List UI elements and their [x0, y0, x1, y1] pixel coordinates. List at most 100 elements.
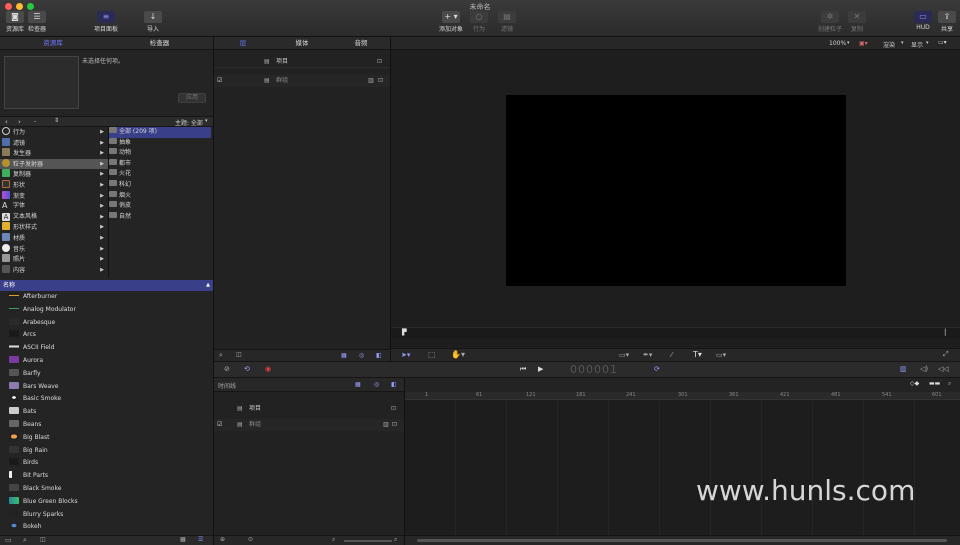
paint-stroke-icon[interactable]: ⁄ [671, 351, 672, 359]
subcategory-item[interactable]: 火花 [109, 169, 211, 180]
layer-row-group[interactable]: ☑ ▤ 群组 ▥ ⊡ [214, 75, 390, 87]
category-item[interactable]: 发生器 ▶ [0, 148, 108, 159]
subcategory-item[interactable]: 烟火 [109, 190, 211, 202]
list-item[interactable]: Afterburner [0, 291, 213, 304]
play-icon[interactable]: ▶ [538, 365, 543, 373]
list-item[interactable]: Bokeh [0, 521, 213, 534]
view-popup[interactable]: 显示 [911, 40, 923, 49]
behaviors-button[interactable]: ○ 行为 [468, 11, 490, 33]
tab-layers[interactable]: 层 [214, 37, 272, 50]
record-options-icon[interactable]: ⊙ [248, 536, 253, 543]
subcategory-item[interactable]: 抽象 [109, 137, 211, 149]
snapping-icon[interactable]: ▬▬ [929, 380, 940, 387]
keyframe-editor-icon[interactable]: ◁◁ [938, 365, 949, 373]
horizontal-scrollbar-thumb[interactable] [417, 539, 947, 542]
path-popup-icon[interactable]: ⇕ [54, 117, 59, 124]
tab-media[interactable]: 媒体 [272, 37, 332, 50]
library-button[interactable]: ◙ 资源库 [4, 11, 26, 33]
preview-icon[interactable]: ◫ [40, 536, 46, 543]
pen-tool-icon[interactable]: ✒▾ [643, 351, 652, 359]
list-item[interactable]: Blue Green Blocks [0, 496, 213, 509]
timeline-row-group[interactable]: ☑ ▤ 群组 ▥ ⊡ [214, 419, 404, 431]
loop-icon[interactable]: ⟲ [244, 365, 250, 374]
inspector-button[interactable]: ☰ 检查器 [26, 11, 48, 33]
playhead-start-icon[interactable]: ▛ [402, 329, 407, 336]
lock-icon[interactable]: ⊡ [392, 419, 397, 431]
list-item[interactable]: Aurora [0, 355, 213, 368]
category-item-selected[interactable]: 粒子发射器 ▶ [0, 158, 108, 170]
category-item[interactable]: 滤镜 ▶ [0, 137, 108, 149]
audio-timeline-icon[interactable]: ◁) [920, 365, 928, 373]
forward-icon[interactable]: › [18, 118, 21, 126]
make-particles-button[interactable]: ✲ 创建粒子 [816, 11, 844, 33]
canvas-viewport[interactable] [506, 95, 846, 286]
add-object-button[interactable]: + ▾ 添加对象 [438, 11, 464, 33]
record-icon[interactable]: ◉ [265, 365, 271, 373]
share-button[interactable]: ⇪ 共享 [936, 11, 958, 33]
import-button[interactable]: ↓ 导入 [142, 11, 164, 33]
category-item[interactable]: 内容 ▶ [0, 264, 108, 276]
add-icon[interactable]: ⊕ [220, 536, 225, 543]
lock-icon[interactable]: ⊡ [378, 75, 383, 87]
zoom-out-icon[interactable]: ⌕ [332, 536, 335, 544]
layer-row-project[interactable]: ▤ 项目 ⊡ [214, 56, 390, 68]
search-icon[interactable]: ⌕ [219, 351, 223, 360]
tab-audio[interactable]: 音频 [332, 37, 390, 50]
subcategory-item[interactable]: 俏皮 [109, 201, 211, 212]
timeline-tracks[interactable]: ◇◆ ▬▬ ⌕ 1 61 121 181 241 301 361 421 481… [405, 378, 960, 545]
list-item[interactable]: Beans [0, 419, 213, 432]
list-item[interactable]: Bit Parts [0, 470, 213, 483]
subcategory-item[interactable]: 自然 [109, 211, 211, 223]
category-item[interactable]: A 文本风格 ▶ [0, 212, 108, 223]
render-popup[interactable]: 渲染 [883, 40, 895, 49]
zoom-icon[interactable]: ⌕ [948, 380, 951, 388]
mute-icon[interactable]: ⊘ [224, 365, 230, 373]
zoom-in-icon[interactable]: ⌕ [394, 536, 397, 544]
list-item[interactable]: Analog Modulator [0, 304, 213, 317]
behavior-toggle-icon[interactable]: ◎ [374, 380, 379, 389]
search-icon[interactable]: ⌕ [23, 536, 27, 545]
mask-toggle-icon[interactable]: ◧ [376, 351, 382, 360]
tab-inspector[interactable]: 检查器 [106, 37, 213, 50]
category-item[interactable]: 行为 ▶ [0, 127, 108, 138]
timecode-mode-icon[interactable]: ⟳ [654, 365, 660, 374]
list-item[interactable]: Arabesque [0, 317, 213, 330]
category-item[interactable]: 照片 ▶ [0, 254, 108, 265]
pan-hand-icon[interactable]: ✋▾ [451, 350, 465, 359]
folder-icon[interactable]: ▭ [5, 536, 12, 544]
list-item[interactable]: ASCII Field [0, 342, 213, 355]
playhead-end-icon[interactable]: | [944, 328, 946, 336]
timeline-row-project[interactable]: ▤ 项目 ⊡ [214, 403, 404, 415]
zoom-slider[interactable] [344, 540, 392, 542]
time-ruler[interactable]: 1 61 121 181 241 301 361 421 481 541 601 [405, 392, 960, 400]
subcategory-item-selected[interactable]: 全部 (209 项) [109, 127, 211, 138]
checkbox-icon[interactable]: ☑ [217, 419, 222, 431]
shape-tool-icon[interactable]: ▭▾ [619, 351, 629, 359]
filter-toggle-icon[interactable]: ▦ [355, 380, 361, 389]
name-column-header[interactable]: 名称 ▲ [0, 280, 213, 291]
apply-button[interactable]: 应用 [178, 93, 206, 103]
category-item[interactable]: 渐变 ▶ [0, 190, 108, 202]
timeline-toggle-icon[interactable]: ▥ [900, 365, 907, 374]
mini-timeline[interactable]: ▛ | [391, 327, 960, 339]
list-item[interactable]: Black Smoke [0, 483, 213, 496]
mask-icon[interactable]: ▥ [383, 419, 389, 431]
keyframe-nav-icon[interactable]: ◇◆ [910, 380, 919, 387]
subcategory-item[interactable]: 科幻 [109, 180, 211, 191]
subcategory-item[interactable]: 动物 [109, 148, 211, 159]
list-item[interactable]: Blurry Sparks [0, 509, 213, 522]
project-panel-button[interactable]: ≡ 项目面板 [91, 11, 121, 33]
mask-tool-icon[interactable]: ▭▾ [716, 351, 726, 359]
lock-icon[interactable]: ⊡ [377, 56, 382, 68]
behavior-toggle-icon[interactable]: ◎ [359, 351, 364, 360]
list-view-icon[interactable]: ☰ [198, 536, 203, 543]
list-item[interactable]: Bats [0, 406, 213, 419]
zoom-popup[interactable]: 100% [829, 40, 846, 47]
text-tool-icon[interactable]: T▾ [693, 350, 702, 359]
mask-icon[interactable]: ▥ [368, 75, 374, 87]
tab-library[interactable]: 资源库 [0, 37, 106, 50]
lock-icon[interactable]: ⊡ [391, 403, 396, 415]
category-item[interactable]: 形状 ▶ [0, 180, 108, 191]
list-item[interactable]: Basic Smoke [0, 393, 213, 406]
list-item[interactable]: Birds [0, 457, 213, 470]
